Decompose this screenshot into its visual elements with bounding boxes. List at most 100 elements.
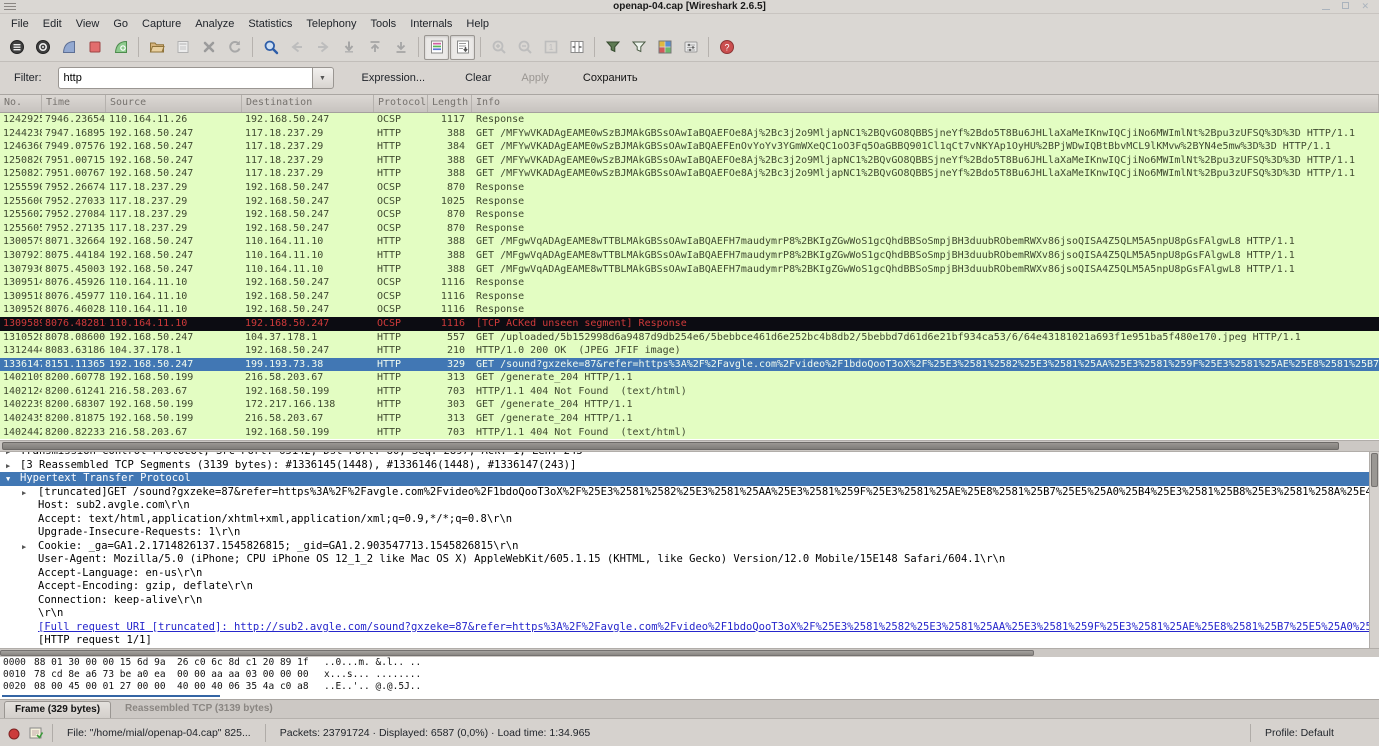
- save-filter-button[interactable]: Сохранить: [577, 68, 644, 88]
- detail-line[interactable]: ▶[truncated]GET /sound?gxzeke=87&refer=h…: [0, 486, 1379, 500]
- column-header-info[interactable]: Info: [472, 95, 1379, 112]
- packet-row[interactable]: 12508207951.007158192.168.50.247117.18.2…: [0, 154, 1379, 168]
- detail-line[interactable]: [Full request URI [truncated]: http://su…: [0, 621, 1379, 635]
- capture-filters-icon[interactable]: [600, 35, 625, 60]
- packet-row[interactable]: 13005798071.326646192.168.50.247110.164.…: [0, 235, 1379, 249]
- interfaces-icon[interactable]: [4, 35, 29, 60]
- tree-collapsed-icon[interactable]: ▶: [22, 541, 26, 554]
- detail-line[interactable]: ▶[3 Reassembled TCP Segments (3139 bytes…: [0, 459, 1379, 473]
- detail-line[interactable]: Upgrade-Insecure-Requests: 1\r\n: [0, 526, 1379, 540]
- start-capture-icon[interactable]: [56, 35, 81, 60]
- find-packet-icon[interactable]: [258, 35, 283, 60]
- menu-tools[interactable]: Tools: [364, 16, 404, 32]
- packet-row[interactable]: 14022398200.683070192.168.50.199172.217.…: [0, 398, 1379, 412]
- apply-button[interactable]: Apply: [515, 68, 555, 88]
- capture-options-icon[interactable]: [30, 35, 55, 60]
- column-header-no[interactable]: No.: [0, 95, 42, 112]
- tree-collapsed-icon[interactable]: ▶: [22, 487, 26, 500]
- detail-line[interactable]: Accept: text/html,application/xhtml+xml,…: [0, 513, 1379, 527]
- colorize-icon[interactable]: [424, 35, 449, 60]
- tab-frame[interactable]: Frame (329 bytes): [4, 701, 111, 718]
- packet-row[interactable]: 12556057952.271358117.18.237.29192.168.5…: [0, 222, 1379, 236]
- menu-analyze[interactable]: Analyze: [188, 16, 241, 32]
- goto-first-icon[interactable]: [362, 35, 387, 60]
- packet-row[interactable]: 13095898076.482814110.164.11.10192.168.5…: [0, 317, 1379, 331]
- hex-row[interactable]: 001078 cd 8e a6 73 be a0 ea 00 00 aa aa …: [0, 669, 1379, 681]
- detail-line[interactable]: [HTTP request 1/1]: [0, 634, 1379, 648]
- packet-row[interactable]: 13105288078.086008192.168.50.247104.37.1…: [0, 331, 1379, 345]
- help-icon[interactable]: ?: [714, 35, 739, 60]
- menu-statistics[interactable]: Statistics: [241, 16, 299, 32]
- packet-list-hscrollbar[interactable]: [0, 440, 1379, 452]
- detail-line[interactable]: \r\n: [0, 607, 1379, 621]
- detail-line[interactable]: Host: sub2.avgle.com\r\n: [0, 499, 1379, 513]
- close-icon[interactable]: ✕: [1361, 2, 1369, 11]
- goto-last-icon[interactable]: [388, 35, 413, 60]
- hex-row[interactable]: 002008 00 45 00 01 27 00 00 40 00 40 06 …: [0, 681, 1379, 693]
- scrollbar-handle[interactable]: [1371, 453, 1378, 487]
- packet-row[interactable]: 12442387947.168950192.168.50.247117.18.2…: [0, 127, 1379, 141]
- go-back-icon[interactable]: [284, 35, 309, 60]
- zoom-out-icon[interactable]: [512, 35, 537, 60]
- packet-row[interactable]: 14021098200.607788192.168.50.199216.58.2…: [0, 371, 1379, 385]
- packet-row[interactable]: 12556027952.270844117.18.237.29192.168.5…: [0, 208, 1379, 222]
- scrollbar-handle[interactable]: [0, 650, 1034, 656]
- menu-edit[interactable]: Edit: [36, 16, 69, 32]
- close-file-icon[interactable]: [196, 35, 221, 60]
- packet-row[interactable]: 13095208076.460284110.164.11.10192.168.5…: [0, 303, 1379, 317]
- tree-collapsed-icon[interactable]: ▶: [6, 460, 10, 473]
- goto-packet-icon[interactable]: [336, 35, 361, 60]
- details-vscrollbar[interactable]: [1369, 452, 1379, 648]
- coloring-rules-icon[interactable]: [652, 35, 677, 60]
- detail-line[interactable]: Accept-Language: en-us\r\n: [0, 567, 1379, 581]
- autoscroll-icon[interactable]: [450, 35, 475, 60]
- menu-help[interactable]: Help: [459, 16, 496, 32]
- column-header-length[interactable]: Length: [428, 95, 472, 112]
- column-header-protocol[interactable]: Protocol: [374, 95, 428, 112]
- expression-button[interactable]: Expression...: [356, 68, 432, 88]
- zoom-original-icon[interactable]: 1: [538, 35, 563, 60]
- packet-row[interactable]: 13361478151.113652192.168.50.247199.193.…: [0, 358, 1379, 372]
- display-filters-icon[interactable]: [626, 35, 651, 60]
- open-file-icon[interactable]: [144, 35, 169, 60]
- hex-row[interactable]: 000088 01 30 00 00 15 6d 9a 26 c0 6c 8d …: [0, 657, 1379, 669]
- column-header-destination[interactable]: Destination: [242, 95, 374, 112]
- menu-internals[interactable]: Internals: [403, 16, 459, 32]
- save-file-icon[interactable]: [170, 35, 195, 60]
- maximize-icon[interactable]: [1342, 2, 1349, 9]
- go-forward-icon[interactable]: [310, 35, 335, 60]
- column-header-time[interactable]: Time: [42, 95, 106, 112]
- filter-dropdown-icon[interactable]: ▼: [312, 67, 334, 89]
- clear-button[interactable]: Clear: [459, 68, 497, 88]
- menu-file[interactable]: File: [4, 16, 36, 32]
- packet-row[interactable]: 14024358200.818750192.168.50.199216.58.2…: [0, 412, 1379, 426]
- packet-row[interactable]: 14021248200.612414216.58.203.67192.168.5…: [0, 385, 1379, 399]
- menu-telephony[interactable]: Telephony: [299, 16, 363, 32]
- expert-info-icon[interactable]: [6, 725, 22, 741]
- minimize-icon[interactable]: [1322, 9, 1330, 10]
- status-profile[interactable]: Profile: Default: [1251, 727, 1379, 739]
- zoom-in-icon[interactable]: [486, 35, 511, 60]
- reload-icon[interactable]: [222, 35, 247, 60]
- menu-capture[interactable]: Capture: [135, 16, 188, 32]
- details-hscrollbar[interactable]: [0, 648, 1379, 657]
- packet-row[interactable]: 13124448083.631868104.37.178.1192.168.50…: [0, 344, 1379, 358]
- packet-row[interactable]: 12556007952.270332117.18.237.29192.168.5…: [0, 195, 1379, 209]
- resize-columns-icon[interactable]: [564, 35, 589, 60]
- tree-expanded-icon[interactable]: ▼: [6, 473, 10, 486]
- packet-row[interactable]: 12508277951.007670192.168.50.247117.18.2…: [0, 167, 1379, 181]
- detail-line[interactable]: ▼Hypertext Transfer Protocol: [0, 472, 1379, 486]
- detail-line[interactable]: ▶Cookie: _ga=GA1.2.1714826137.1545826815…: [0, 540, 1379, 554]
- column-header-source[interactable]: Source: [106, 95, 242, 112]
- restart-capture-icon[interactable]: [108, 35, 133, 60]
- detail-line[interactable]: Accept-Encoding: gzip, deflate\r\n: [0, 580, 1379, 594]
- detail-line[interactable]: Connection: keep-alive\r\n: [0, 594, 1379, 608]
- packet-row[interactable]: 13079368075.450036192.168.50.247110.164.…: [0, 263, 1379, 277]
- packet-row[interactable]: 14024428200.822332216.58.203.67192.168.5…: [0, 426, 1379, 440]
- stop-capture-icon[interactable]: [82, 35, 107, 60]
- packet-row[interactable]: 12463607949.075766192.168.50.247117.18.2…: [0, 140, 1379, 154]
- filter-input[interactable]: [58, 67, 312, 89]
- preferences-icon[interactable]: [678, 35, 703, 60]
- menu-view[interactable]: View: [69, 16, 107, 32]
- packet-row[interactable]: 12429257946.236542110.164.11.26192.168.5…: [0, 113, 1379, 127]
